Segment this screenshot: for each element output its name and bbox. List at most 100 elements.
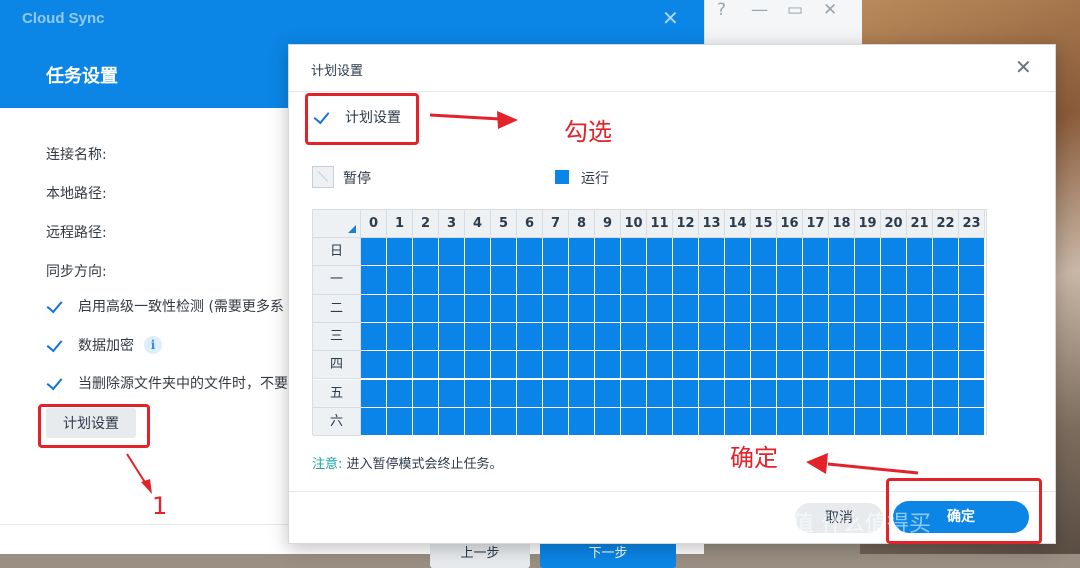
- schedule-cell[interactable]: [621, 379, 647, 408]
- schedule-cell[interactable]: [621, 266, 647, 295]
- schedule-cell[interactable]: [855, 407, 881, 437]
- day-header[interactable]: 一: [313, 266, 361, 295]
- schedule-cell[interactable]: [543, 379, 569, 408]
- help-icon[interactable]: ?: [717, 0, 726, 20]
- schedule-cell[interactable]: [413, 351, 439, 380]
- schedule-cell[interactable]: [673, 238, 699, 267]
- schedule-cell[interactable]: [699, 322, 725, 352]
- schedule-cell[interactable]: [361, 407, 387, 437]
- schedule-cell[interactable]: [361, 379, 387, 408]
- schedule-cell[interactable]: [673, 407, 699, 437]
- schedule-cell[interactable]: [699, 379, 725, 408]
- schedule-cell[interactable]: [439, 351, 465, 380]
- schedule-cell[interactable]: [829, 294, 855, 323]
- schedule-cell[interactable]: [881, 322, 907, 352]
- schedule-cell[interactable]: [465, 322, 491, 352]
- schedule-cell[interactable]: [647, 238, 673, 267]
- schedule-cell[interactable]: [569, 407, 595, 437]
- schedule-cell[interactable]: [803, 322, 829, 352]
- schedule-cell[interactable]: [569, 294, 595, 323]
- schedule-cell[interactable]: [777, 294, 803, 323]
- schedule-cell[interactable]: [959, 322, 985, 352]
- hour-header-21[interactable]: 21: [907, 210, 933, 238]
- schedule-cell[interactable]: [595, 322, 621, 352]
- schedule-cell[interactable]: [933, 238, 959, 267]
- close-icon[interactable]: ✕: [662, 6, 679, 30]
- schedule-cell[interactable]: [517, 322, 543, 352]
- schedule-cell[interactable]: [439, 407, 465, 437]
- schedule-cell[interactable]: [855, 238, 881, 267]
- hour-header-4[interactable]: 4: [465, 210, 491, 238]
- schedule-cell[interactable]: [777, 351, 803, 380]
- schedule-cell[interactable]: [933, 266, 959, 295]
- schedule-cell[interactable]: [881, 351, 907, 380]
- schedule-cell[interactable]: [517, 238, 543, 267]
- minimize-icon[interactable]: —: [751, 0, 768, 20]
- schedule-cell[interactable]: [907, 379, 933, 408]
- schedule-cell[interactable]: [803, 294, 829, 323]
- schedule-cell[interactable]: [543, 238, 569, 267]
- schedule-cell[interactable]: [907, 322, 933, 352]
- schedule-cell[interactable]: [621, 238, 647, 267]
- schedule-cell[interactable]: [361, 266, 387, 295]
- schedule-cell[interactable]: [387, 407, 413, 437]
- schedule-cell[interactable]: [439, 294, 465, 323]
- hour-header-10[interactable]: 10: [621, 210, 647, 238]
- schedule-cell[interactable]: [517, 266, 543, 295]
- schedule-cell[interactable]: [933, 294, 959, 323]
- schedule-cell[interactable]: [907, 238, 933, 267]
- schedule-cell[interactable]: [543, 322, 569, 352]
- hour-header-8[interactable]: 8: [569, 210, 595, 238]
- hour-header-1[interactable]: 1: [387, 210, 413, 238]
- schedule-cell[interactable]: [361, 238, 387, 267]
- hour-header-2[interactable]: 2: [413, 210, 439, 238]
- schedule-cell[interactable]: [751, 379, 777, 408]
- schedule-cell[interactable]: [777, 379, 803, 408]
- schedule-cell[interactable]: [413, 322, 439, 352]
- schedule-cell[interactable]: [543, 294, 569, 323]
- schedule-cell[interactable]: [803, 351, 829, 380]
- schedule-cell[interactable]: [413, 407, 439, 437]
- schedule-cell[interactable]: [907, 351, 933, 380]
- schedule-cell[interactable]: [361, 322, 387, 352]
- schedule-cell[interactable]: [491, 351, 517, 380]
- schedule-cell[interactable]: [725, 407, 751, 437]
- schedule-cell[interactable]: [413, 294, 439, 323]
- schedule-cell[interactable]: [517, 379, 543, 408]
- checkbox-checked-icon[interactable]: [46, 374, 64, 392]
- hour-header-23[interactable]: 23: [959, 210, 985, 238]
- schedule-cell[interactable]: [803, 266, 829, 295]
- day-header[interactable]: 六: [313, 407, 361, 437]
- schedule-cell[interactable]: [959, 379, 985, 408]
- schedule-cell[interactable]: [907, 407, 933, 437]
- select-all-corner[interactable]: [313, 210, 361, 238]
- schedule-cell[interactable]: [439, 379, 465, 408]
- schedule-grid[interactable]: 0 1 2 3 4 5 6 7 8 9 10 11 12 13 14 15 16 17 18 19 20 21 22 23 日一…: [312, 209, 987, 437]
- schedule-cell[interactable]: [829, 238, 855, 267]
- schedule-cell[interactable]: [517, 351, 543, 380]
- schedule-cell[interactable]: [751, 294, 777, 323]
- schedule-cell[interactable]: [855, 322, 881, 352]
- hour-header-6[interactable]: 6: [517, 210, 543, 238]
- schedule-cell[interactable]: [569, 351, 595, 380]
- schedule-cell[interactable]: [933, 322, 959, 352]
- schedule-cell[interactable]: [361, 294, 387, 323]
- hour-header-20[interactable]: 20: [881, 210, 907, 238]
- schedule-cell[interactable]: [699, 266, 725, 295]
- schedule-cell[interactable]: [907, 266, 933, 295]
- schedule-cell[interactable]: [621, 294, 647, 323]
- schedule-cell[interactable]: [569, 379, 595, 408]
- schedule-cell[interactable]: [595, 379, 621, 408]
- schedule-cell[interactable]: [595, 238, 621, 267]
- schedule-cell[interactable]: [387, 294, 413, 323]
- schedule-cell[interactable]: [751, 238, 777, 267]
- hour-header-16[interactable]: 16: [777, 210, 803, 238]
- schedule-cell[interactable]: [855, 266, 881, 295]
- schedule-cell[interactable]: [803, 407, 829, 437]
- schedule-cell[interactable]: [491, 407, 517, 437]
- schedule-cell[interactable]: [465, 407, 491, 437]
- schedule-cell[interactable]: [439, 238, 465, 267]
- schedule-cell[interactable]: [621, 407, 647, 437]
- schedule-cell[interactable]: [933, 407, 959, 437]
- close-icon[interactable]: ✕: [1015, 55, 1032, 79]
